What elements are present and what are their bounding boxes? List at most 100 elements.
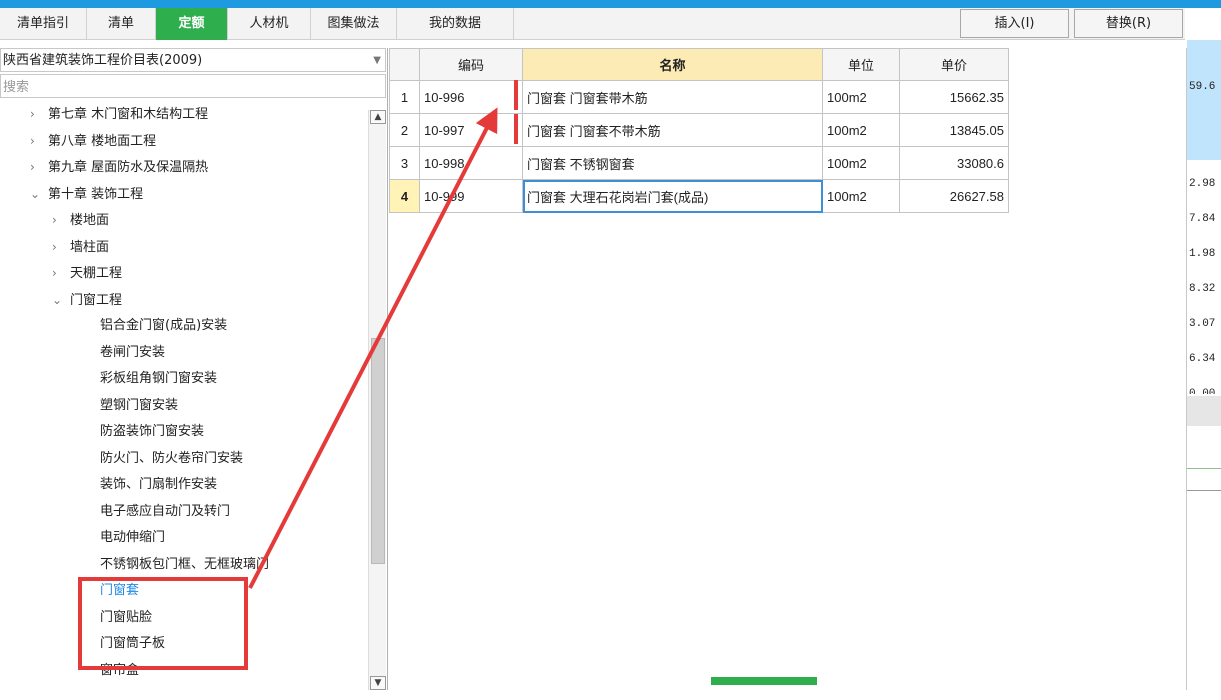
tree-item[interactable]: 铝合金门窗(成品)安装: [100, 313, 227, 339]
tree-item-label: 第九章 屋面防水及保温隔热: [48, 160, 209, 175]
scroll-up-icon[interactable]: ▲: [370, 110, 386, 124]
unit-cell[interactable]: 100m2: [822, 179, 900, 213]
price-cell[interactable]: 15662.35: [899, 80, 1009, 114]
scroll-down-icon[interactable]: ▼: [370, 676, 386, 690]
tree-item-label: 门窗工程: [70, 292, 123, 308]
code-cell[interactable]: 10-997: [419, 113, 523, 147]
tree-item-label: 电动伸缩门: [100, 530, 166, 545]
name-cell[interactable]: 门窗套 门窗套不带木筋: [522, 113, 823, 147]
replace-button[interactable]: 替换(R): [1074, 9, 1183, 38]
unit-header[interactable]: 单位: [822, 48, 900, 81]
tree-item[interactable]: ⌄ 第十章 装饰工程: [30, 181, 143, 207]
unit-cell[interactable]: 100m2: [822, 146, 900, 180]
tree-item-label: 卷闸门安装: [100, 344, 166, 360]
library-selected-label: 陕西省建筑装饰工程价目表(2009): [3, 53, 203, 68]
chevron-down-icon[interactable]: ⌄: [52, 287, 70, 313]
tree-item[interactable]: 装饰、门扇制作安装: [100, 472, 217, 498]
name-cell[interactable]: 门窗套 大理石花岗岩门套(成品): [522, 179, 823, 213]
table-header-row: 编码 名称 单位 单价: [389, 48, 1009, 81]
tab-list-guide[interactable]: 清单指引: [0, 8, 87, 40]
right-value: 7.84: [1189, 213, 1216, 225]
chevron-right-icon[interactable]: ›: [52, 207, 70, 233]
code-header[interactable]: 编码: [419, 48, 523, 81]
tree-item[interactable]: › 第七章 木门窗和木结构工程: [30, 101, 208, 127]
chevron-right-icon[interactable]: ›: [52, 234, 70, 260]
tree-item-label: 天棚工程: [70, 266, 123, 281]
tree-item[interactable]: 塑钢门窗安装: [100, 393, 178, 419]
price-cell[interactable]: 33080.6: [899, 146, 1009, 180]
price-cell[interactable]: 13845.05: [899, 113, 1009, 147]
annotation-highlight-box: [78, 577, 248, 670]
chevron-right-icon[interactable]: ›: [30, 128, 48, 154]
row-index[interactable]: 2: [389, 113, 420, 147]
tree-item[interactable]: › 第八章 楼地面工程: [30, 128, 156, 154]
table-row[interactable]: 1 10-996 门窗套 门窗套带木筋 100m2 15662.35: [389, 80, 1009, 114]
row-index[interactable]: 1: [389, 80, 420, 114]
table-row[interactable]: 3 10-998 门窗套 不锈钢窗套 100m2 33080.6: [389, 146, 1009, 180]
insert-button[interactable]: 插入(I): [960, 9, 1069, 38]
tab-atlas-method[interactable]: 图集做法: [311, 8, 397, 40]
row-index[interactable]: 3: [389, 146, 420, 180]
tree-item-label: 第八章 楼地面工程: [48, 133, 157, 149]
table-row[interactable]: 4 10-999 门窗套 大理石花岗岩门套(成品) 100m2 26627.58: [389, 179, 1009, 213]
right-grey-row: [1187, 396, 1221, 426]
chevron-down-icon[interactable]: ⌄: [30, 181, 48, 207]
panel-splitter-handle[interactable]: [711, 677, 817, 685]
tree-item[interactable]: 彩板组角钢门窗安装: [100, 366, 217, 392]
tree-item[interactable]: 防火门、防火卷帘门安装: [100, 446, 243, 472]
tab-labor-material-machine[interactable]: 人材机: [228, 8, 311, 40]
tree-item-label: 塑钢门窗安装: [100, 397, 179, 413]
tree-scrollbar[interactable]: ▲ ▼: [368, 110, 386, 690]
tree-item[interactable]: › 墙柱面: [52, 234, 109, 260]
name-cell[interactable]: 门窗套 门窗套带木筋: [522, 80, 823, 114]
tree-item-label: 防火门、防火卷帘门安装: [100, 450, 244, 466]
tree-item-label: 彩板组角钢门窗安装: [100, 371, 218, 386]
tree-item[interactable]: › 第九章 屋面防水及保温隔热: [30, 154, 208, 180]
tree-item-label: 不锈钢板包门框、无框玻璃门: [100, 556, 270, 572]
code-cell[interactable]: 10-999: [419, 179, 523, 213]
tab-quota[interactable]: 定额: [156, 8, 228, 40]
unit-cell[interactable]: 100m2: [822, 80, 900, 114]
code-cell[interactable]: 10-996: [419, 80, 523, 114]
tree-item[interactable]: 电动伸缩门: [100, 525, 165, 551]
divider: [1187, 490, 1221, 491]
tree-item[interactable]: 不锈钢板包门框、无框玻璃门: [100, 552, 269, 578]
chevron-right-icon[interactable]: ›: [30, 154, 48, 180]
name-header[interactable]: 名称: [522, 48, 823, 81]
tree-item[interactable]: ⌄ 门窗工程: [52, 287, 122, 313]
tree-item-label: 装饰、门扇制作安装: [100, 477, 218, 492]
unit-cell[interactable]: 100m2: [822, 113, 900, 147]
divider: [1187, 468, 1221, 469]
tree-item[interactable]: › 天棚工程: [52, 260, 122, 286]
tree-item[interactable]: › 楼地面: [52, 207, 109, 233]
annotation-marker: [514, 114, 518, 144]
search-input[interactable]: 搜索: [0, 74, 386, 98]
tab-list[interactable]: 清单: [87, 8, 156, 40]
tree-item-label: 防盗装饰门窗安装: [100, 424, 205, 439]
tree-item-label: 电子感应自动门及转门: [100, 503, 231, 519]
price-cell[interactable]: 26627.58: [899, 179, 1009, 213]
chevron-right-icon[interactable]: ›: [30, 101, 48, 127]
right-value: 59.6: [1189, 81, 1216, 93]
tab-bar: 清单指引 清单 定额 人材机 图集做法 我的数据 插入(I) 替换(R): [0, 8, 1185, 40]
chevron-down-icon[interactable]: ▼: [373, 49, 381, 73]
tree-item[interactable]: 防盗装饰门窗安装: [100, 419, 204, 445]
table-row[interactable]: 2 10-997 门窗套 门窗套不带木筋 100m2 13845.05: [389, 113, 1009, 147]
name-cell[interactable]: 门窗套 不锈钢窗套: [522, 146, 823, 180]
tree-item-label: 铝合金门窗(成品)安装: [100, 318, 228, 333]
tree-item-label: 第七章 木门窗和木结构工程: [48, 107, 209, 122]
price-header[interactable]: 单价: [899, 48, 1009, 81]
right-values-panel: 59.6 2.98 7.84 1.98 8.32 3.07 6.34 0.00: [1186, 40, 1221, 690]
title-bar-strip: [0, 0, 1221, 8]
selected-row-highlight: [1187, 40, 1221, 160]
tree-item[interactable]: 电子感应自动门及转门: [100, 499, 230, 525]
tab-my-data[interactable]: 我的数据: [397, 8, 514, 40]
code-cell[interactable]: 10-998: [419, 146, 523, 180]
tree-item-label: 第十章 装饰工程: [48, 186, 144, 202]
scroll-thumb[interactable]: [371, 338, 385, 564]
library-dropdown[interactable]: 陕西省建筑装饰工程价目表(2009) ▼: [0, 48, 386, 72]
right-value: 2.98: [1189, 178, 1216, 190]
chevron-right-icon[interactable]: ›: [52, 260, 70, 286]
tree-item[interactable]: 卷闸门安装: [100, 340, 165, 366]
row-index[interactable]: 4: [389, 179, 420, 213]
